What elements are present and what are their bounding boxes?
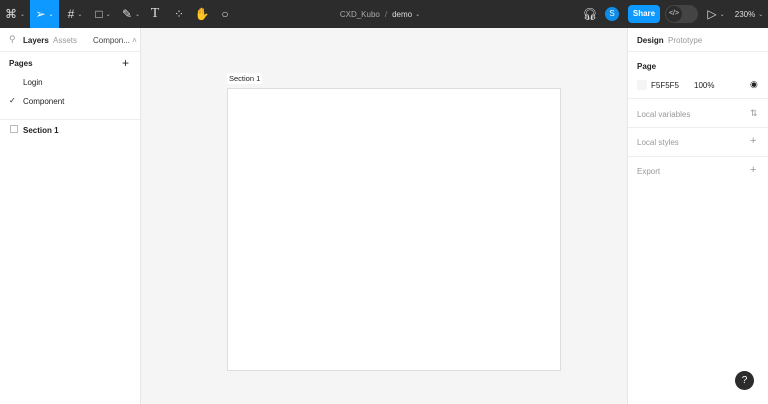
section-icon xyxy=(10,125,18,133)
page-label: Login xyxy=(23,78,43,87)
pen-tool-button[interactable]: ✎ ⌄ xyxy=(118,0,144,28)
opacity-value[interactable]: 100% xyxy=(694,81,714,90)
page-name: demo xyxy=(392,9,413,19)
tab-design[interactable]: Design xyxy=(637,36,664,45)
headphones-icon: 🎧︎ xyxy=(582,7,598,21)
layer-item-section[interactable]: Section 1 xyxy=(0,122,140,138)
present-button[interactable]: ▷ ⌄ xyxy=(706,0,726,28)
move-tool-button[interactable]: ➢ ⌄ xyxy=(30,0,59,28)
section-label[interactable]: Section 1 xyxy=(227,73,263,84)
file-title[interactable]: CXD_Kubo / demo ⌄ xyxy=(330,0,430,28)
file-name: CXD_Kubo xyxy=(339,9,380,19)
audio-button[interactable]: 🎧︎ xyxy=(582,0,598,28)
frame-tool-button[interactable]: # ⌄ xyxy=(62,0,88,28)
page-section-title: Page xyxy=(637,62,657,71)
section-frame[interactable] xyxy=(227,88,561,371)
frame-icon: # xyxy=(67,7,75,21)
tab-prototype[interactable]: Prototype xyxy=(668,36,702,45)
code-icon: </> xyxy=(666,6,682,22)
bg-color-value[interactable]: F5F5F5 xyxy=(651,81,679,90)
share-button[interactable]: Share xyxy=(628,5,660,23)
zoom-level: 230% xyxy=(734,9,756,19)
toolbar: ⌘ ⌄ ➢ ⌄ # ⌄ □ ⌄ ✎ ⌄ T ⁘ ✋ ○ CXD_Kubo / demo ⌄ … xyxy=(0,0,768,28)
comment-icon: ○ xyxy=(221,7,229,21)
hand-tool-button[interactable]: ✋ xyxy=(193,0,211,28)
add-page-icon[interactable]: + xyxy=(122,56,129,70)
text-tool-button[interactable]: T xyxy=(146,0,164,28)
comment-tool-button[interactable]: ○ xyxy=(216,0,234,28)
export-label: Export xyxy=(637,167,661,176)
add-style-icon[interactable]: + xyxy=(750,135,756,147)
eye-icon[interactable]: ◉ xyxy=(750,79,758,90)
cursor-icon: ➢ xyxy=(35,7,46,21)
design-panel: Design Prototype Page F5F5F5 100% ◉ Loca… xyxy=(627,28,768,404)
local-variables-label: Local variables xyxy=(637,110,691,119)
layers-panel: ⚲ Layers Assets Compon... ˄ Pages + Logi… xyxy=(0,28,141,404)
variables-icon[interactable]: ⇅ xyxy=(750,108,758,119)
components-icon: ⁘ xyxy=(173,7,185,21)
hand-icon: ✋ xyxy=(194,7,210,21)
figma-logo-icon: ⌘ xyxy=(4,7,17,21)
page-dropdown-label: Compon... xyxy=(93,36,130,45)
page-item-component[interactable]: ✓ Component xyxy=(0,93,140,109)
color-swatch[interactable] xyxy=(637,80,647,90)
play-icon: ▷ xyxy=(707,7,717,21)
page-item-login[interactable]: Login xyxy=(0,74,140,90)
page-dropdown[interactable]: Compon... ˄ xyxy=(93,36,137,45)
rectangle-icon: □ xyxy=(95,7,103,21)
layer-label: Section 1 xyxy=(23,126,59,135)
shape-tool-button[interactable]: □ ⌄ xyxy=(90,0,116,28)
pen-icon: ✎ xyxy=(121,7,133,21)
pages-title: Pages xyxy=(9,59,33,68)
main-menu-button[interactable]: ⌘ ⌄ xyxy=(0,0,30,28)
add-export-icon[interactable]: + xyxy=(750,164,756,176)
resources-button[interactable]: ⁘ xyxy=(170,0,188,28)
chevron-up-icon: ˄ xyxy=(132,36,137,45)
check-icon: ✓ xyxy=(9,96,16,105)
help-button[interactable]: ? xyxy=(735,371,754,390)
search-icon[interactable]: ⚲ xyxy=(9,34,16,45)
avatar[interactable]: S xyxy=(605,7,619,21)
local-styles-label: Local styles xyxy=(637,138,679,147)
tab-layers[interactable]: Layers xyxy=(23,36,49,45)
text-icon: T xyxy=(150,6,160,21)
dev-mode-toggle[interactable]: </> xyxy=(665,5,698,23)
page-label: Component xyxy=(23,97,65,106)
zoom-dropdown[interactable]: 230% ⌄ xyxy=(733,0,765,28)
tab-assets[interactable]: Assets xyxy=(53,36,77,45)
title-separator: / xyxy=(384,9,388,19)
